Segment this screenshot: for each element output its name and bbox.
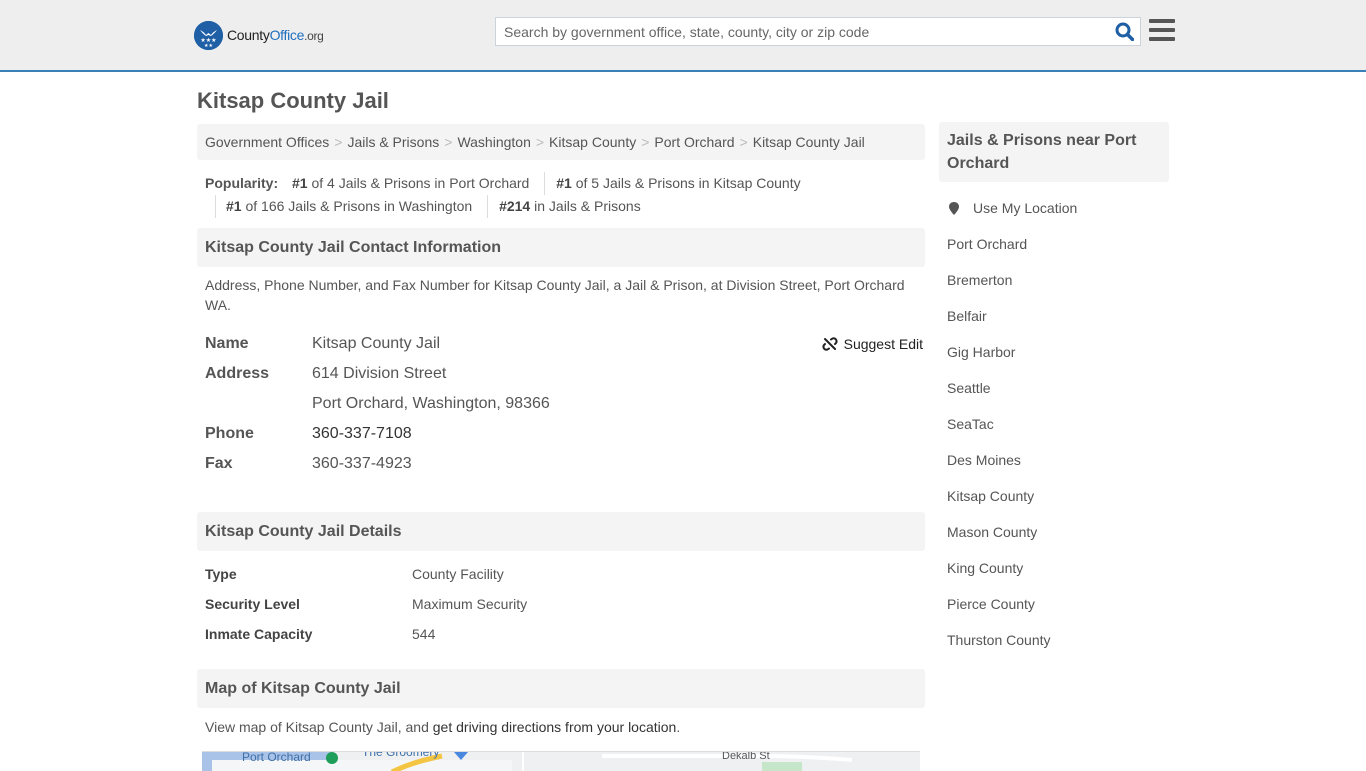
details-row: Type County Facility (205, 566, 504, 582)
map-canvas: Port Orchard The Groomery Dekalb St (202, 752, 920, 771)
contact-row-name: Name Kitsap County Jail (205, 335, 441, 352)
sidebar-link-belfair[interactable]: Belfair (947, 308, 987, 324)
details-table: Type County Facility Security Level Maxi… (197, 559, 925, 649)
main-content: Government Offices > Jails & Prisons > Washi… (197, 124, 925, 771)
sidebar-link-mason-county[interactable]: Mason County (947, 524, 1037, 540)
sidebar-link-seatac[interactable]: SeaTac (947, 416, 994, 432)
breadcrumb-separator: > (535, 134, 545, 150)
sidebar-link-gig-harbor[interactable]: Gig Harbor (947, 344, 1015, 360)
search-button[interactable] (1108, 18, 1140, 45)
map-marker-icon (949, 202, 959, 215)
breadcrumb-separator: > (334, 134, 343, 150)
suggest-edit-link[interactable]: Suggest Edit (844, 336, 923, 352)
map-poi-icon (326, 752, 338, 764)
breadcrumb-current[interactable]: Kitsap County Jail (753, 134, 865, 150)
contact-row-phone: Phone 360-337-7108 (205, 425, 412, 442)
breadcrumb-jails-prisons[interactable]: Jails & Prisons (347, 134, 439, 150)
search-bar (495, 17, 1141, 46)
contact-row-address-2: Port Orchard, Washington, 98366 (205, 389, 917, 419)
details-row: Inmate Capacity 544 (205, 626, 436, 642)
eagle-stars-badge-icon: ★★★ ★★ (194, 20, 223, 50)
breadcrumb-government-offices[interactable]: Government Offices (205, 134, 329, 150)
search-icon (1115, 22, 1134, 41)
details-row: Security Level Maximum Security (205, 596, 528, 612)
sidebar-link-seattle[interactable]: Seattle (947, 380, 991, 396)
details-heading: Kitsap County Jail Details (197, 512, 925, 551)
breadcrumb-separator: > (739, 134, 748, 150)
popularity-rankings: Popularity: #1 of 4 Jails & Prisons in P… (197, 160, 925, 218)
sidebar-link-bremerton[interactable]: Bremerton (947, 272, 1012, 288)
breadcrumb-washington[interactable]: Washington (457, 134, 530, 150)
breadcrumb-separator: > (444, 134, 453, 150)
popularity-rank: #1 of 5 Jails & Prisons in Kitsap County (544, 172, 811, 195)
map-embed[interactable]: Port Orchard The Groomery Dekalb St (202, 751, 920, 771)
map-label: The Groomery (362, 752, 439, 759)
map-label: Dekalb St (722, 752, 770, 762)
use-my-location-link[interactable]: Use My Location (973, 200, 1077, 216)
sidebar-link-port-orchard[interactable]: Port Orchard (947, 236, 1027, 252)
sidebar-link-des-moines[interactable]: Des Moines (947, 452, 1021, 468)
fax-number: 360-337-4923 (312, 455, 412, 472)
site-header: ★★★ ★★ CountyOffice.org (0, 0, 1366, 72)
search-input[interactable] (496, 18, 1108, 45)
map-label: Port Orchard (242, 752, 311, 764)
sidebar-heading: Jails & Prisons near Port Orchard (939, 122, 1169, 182)
address-line-1: 614 Division Street (312, 365, 447, 382)
breadcrumb-separator: > (641, 134, 650, 150)
suggest-edit: Suggest Edit (822, 329, 923, 359)
map-description: View map of Kitsap County Jail, and get … (205, 719, 681, 735)
logo-text: CountyOffice.org (227, 27, 324, 43)
popularity-label: Popularity: (205, 175, 279, 191)
facility-name: Kitsap County Jail (312, 335, 441, 352)
sidebar-link-king-county[interactable]: King County (947, 560, 1023, 576)
contact-row-fax: Fax 360-337-4923 (205, 455, 412, 472)
contact-info: Suggest Edit Name Kitsap County Jail Add… (197, 329, 925, 479)
popularity-rank: #1 of 4 Jails & Prisons in Port Orchard (292, 175, 530, 191)
contact-heading: Kitsap County Jail Contact Information (197, 228, 925, 267)
driving-directions-link[interactable]: get driving directions from your locatio… (433, 719, 677, 735)
sidebar-link-kitsap-county[interactable]: Kitsap County (947, 488, 1034, 504)
breadcrumb-port-orchard[interactable]: Port Orchard (654, 134, 734, 150)
hamburger-menu-icon[interactable] (1149, 19, 1175, 43)
popularity-rank: #1 of 166 Jails & Prisons in Washington (215, 195, 483, 218)
breadcrumb-kitsap-county[interactable]: Kitsap County (549, 134, 636, 150)
map-heading: Map of Kitsap County Jail (197, 669, 925, 708)
sidebar: Jails & Prisons near Port Orchard Use My… (939, 122, 1169, 668)
sidebar-link-thurston-county[interactable]: Thurston County (947, 632, 1051, 648)
address-line-2: Port Orchard, Washington, 98366 (312, 395, 550, 412)
contact-row-address: Address 614 Division Street (205, 365, 447, 382)
page-title: Kitsap County Jail (197, 88, 389, 113)
broken-link-icon (822, 337, 838, 351)
nearby-list: Use My Location Port Orchard Bremerton B… (939, 182, 1169, 668)
sidebar-link-pierce-county[interactable]: Pierce County (947, 596, 1035, 612)
phone-link[interactable]: 360-337-7108 (312, 425, 412, 442)
contact-description: Address, Phone Number, and Fax Number fo… (205, 277, 905, 313)
breadcrumb: Government Offices > Jails & Prisons > Washi… (197, 124, 925, 160)
svg-text:★★: ★★ (204, 43, 213, 49)
use-my-location: Use My Location (947, 200, 1161, 236)
popularity-rank: #214 in Jails & Prisons (487, 195, 652, 218)
site-logo[interactable]: ★★★ ★★ CountyOffice.org (194, 20, 324, 50)
